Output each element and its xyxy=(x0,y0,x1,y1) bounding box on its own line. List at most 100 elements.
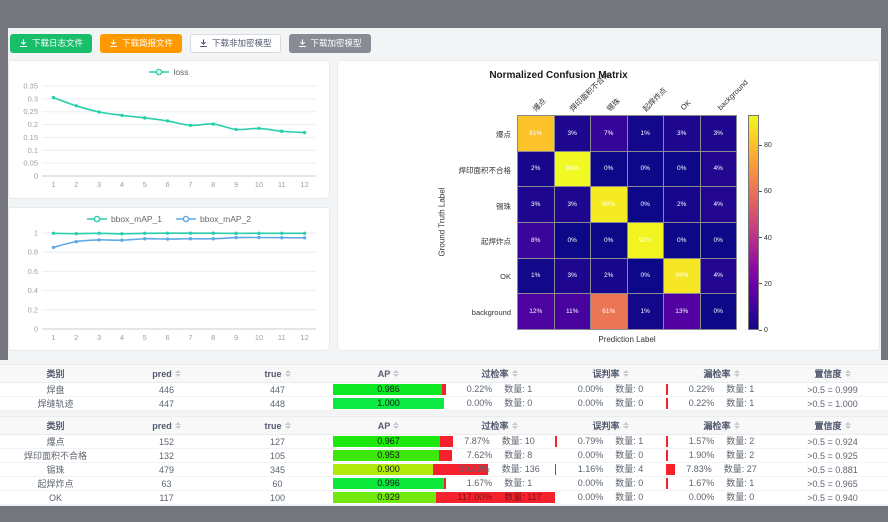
column-header-4[interactable]: 过检率 xyxy=(444,417,555,434)
rate-percent: 0.00% xyxy=(578,492,604,503)
download-log-button[interactable]: 下载日志文件 xyxy=(10,34,92,53)
column-header-7[interactable]: 置信度 xyxy=(777,365,888,382)
matrix-cell: 0% xyxy=(628,187,664,222)
metrics-tables: 类别predtrueAP过检率误判率漏检率置信度焊盘4464470.9860.2… xyxy=(0,360,888,506)
sort-icon[interactable] xyxy=(623,422,629,429)
pred-value: 479 xyxy=(111,463,222,476)
table-row[interactable]: 爆点1521270.9677.87%数量: 100.79%数量: 11.57%数… xyxy=(0,435,888,449)
rate-percent: 1.67% xyxy=(689,478,715,489)
column-header-2[interactable]: true xyxy=(222,417,333,434)
download-encrypted-model-button[interactable]: 下载加密模型 xyxy=(289,34,371,53)
colorbar-tick-mark xyxy=(759,283,762,284)
sort-icon[interactable] xyxy=(285,422,291,429)
ap-value: 0.967 xyxy=(333,436,444,447)
misjudge-rate-cell-bar: 0.00%数量: 0 xyxy=(555,478,666,489)
column-header-3[interactable]: AP xyxy=(333,365,444,382)
confidence-value: >0.5 = 0.881 xyxy=(777,463,888,476)
class-name: 爆点 xyxy=(46,435,64,448)
sort-icon[interactable] xyxy=(845,422,851,429)
misjudge-rate-cell: 0.00%数量: 0 xyxy=(555,383,666,396)
table-row[interactable]: 焊盘4464470.9860.22%数量: 10.00%数量: 00.22%数量… xyxy=(0,383,888,397)
table-row[interactable]: 焊缝轨迹4474481.0000.00%数量: 00.00%数量: 00.22%… xyxy=(0,397,888,411)
sort-icon[interactable] xyxy=(285,370,291,377)
column-header-1[interactable]: pred xyxy=(111,417,222,434)
table-header-row: 类别predtrueAP过检率误判率漏检率置信度 xyxy=(0,416,888,435)
pred-value: 117 xyxy=(111,491,222,504)
matrix-cell-value: 2% xyxy=(531,165,540,172)
overdetect-rate-cell-bar: 0.22%数量: 1 xyxy=(444,384,555,395)
confusion-matrix-title: Normalized Confusion Matrix xyxy=(338,70,779,81)
rate-percent: 0.00% xyxy=(578,478,604,489)
rate-percent: 1.90% xyxy=(689,450,715,461)
sort-icon[interactable] xyxy=(845,370,851,377)
main-area: 下载日志文件 下载简报文件 下载非加密模型 下载加密模型 xyxy=(8,28,881,360)
column-header-3[interactable]: AP xyxy=(333,417,444,434)
svg-text:2: 2 xyxy=(74,333,78,342)
rate-bar-fill xyxy=(444,436,453,447)
matrix-cell-value: 13% xyxy=(675,308,688,315)
column-header-1[interactable]: pred xyxy=(111,365,222,382)
matrix-cell-value: 93% xyxy=(566,165,579,172)
column-header-5[interactable]: 误判率 xyxy=(555,365,666,382)
table-row[interactable]: 锡珠4793450.90039.42%数量: 1361.16%数量: 47.83… xyxy=(0,463,888,477)
column-header-6[interactable]: 漏检率 xyxy=(666,365,777,382)
column-header-2[interactable]: true xyxy=(222,365,333,382)
true-value: 448 xyxy=(270,399,285,409)
true-value: 447 xyxy=(270,385,285,395)
matrix-row-label: 焊印面积不合格 xyxy=(436,165,511,176)
misjudge-rate-cell-bar: 0.00%数量: 0 xyxy=(555,450,666,461)
matrix-cell: 1% xyxy=(518,259,554,294)
colorbar xyxy=(748,115,759,330)
matrix-cell-value: 1% xyxy=(641,130,650,137)
sort-icon[interactable] xyxy=(734,422,740,429)
download-icon xyxy=(109,39,118,48)
sort-icon[interactable] xyxy=(512,422,518,429)
svg-text:6: 6 xyxy=(165,333,169,342)
sort-icon[interactable] xyxy=(175,422,181,429)
miss-rate-cell: 1.90%数量: 2 xyxy=(666,449,777,462)
ap-bar: 0.967 xyxy=(333,436,444,447)
class-name: OK xyxy=(0,491,111,504)
column-header-4[interactable]: 过检率 xyxy=(444,365,555,382)
legend-item-loss[interactable]: loss xyxy=(149,67,188,77)
legend-label: bbox_mAP_2 xyxy=(200,214,251,224)
column-header-6[interactable]: 漏检率 xyxy=(666,417,777,434)
download-report-button[interactable]: 下载简报文件 xyxy=(100,34,182,53)
map-chart-legend: bbox_mAP_1 bbox_mAP_2 xyxy=(9,213,329,225)
table-row[interactable]: OK1171000.929117.00%数量: 1170.00%数量: 00.0… xyxy=(0,491,888,505)
sort-icon[interactable] xyxy=(393,370,399,377)
misjudge-rate-cell-bar: 0.00%数量: 0 xyxy=(555,492,666,503)
true-value: 447 xyxy=(222,383,333,396)
sort-icon[interactable] xyxy=(734,370,740,377)
loss-line-chart[interactable]: 00.050.10.150.20.250.30.3512345678910111… xyxy=(14,80,324,192)
sort-icon[interactable] xyxy=(393,422,399,429)
download-unencrypted-model-button[interactable]: 下载非加密模型 xyxy=(190,34,281,53)
matrix-cell: 4% xyxy=(701,152,737,187)
matrix-column-label: 爆点 xyxy=(531,96,549,114)
sort-icon[interactable] xyxy=(512,370,518,377)
column-header-7[interactable]: 置信度 xyxy=(777,417,888,434)
matrix-cell: 11% xyxy=(555,294,591,329)
sort-icon[interactable] xyxy=(175,370,181,377)
ap-value: 0.986 xyxy=(333,384,444,395)
colorbar-tick-mark xyxy=(759,237,762,238)
matrix-cell: 3% xyxy=(664,116,700,151)
sort-icon[interactable] xyxy=(623,370,629,377)
legend-item-bbox-map-2[interactable]: bbox_mAP_2 xyxy=(176,214,251,224)
confidence-value: >0.5 = 0.924 xyxy=(777,435,888,448)
matrix-cell-value: 0% xyxy=(641,201,650,208)
column-header-label: 类别 xyxy=(46,367,64,380)
rate-percent: 0.79% xyxy=(578,436,604,447)
table-row[interactable]: 起焊炸点63600.9961.67%数量: 10.00%数量: 01.67%数量… xyxy=(0,477,888,491)
pred-value: 152 xyxy=(111,435,222,448)
miss-rate-cell-bar: 0.22%数量: 1 xyxy=(666,398,777,409)
svg-text:0.4: 0.4 xyxy=(28,286,38,295)
column-header-5[interactable]: 误判率 xyxy=(555,417,666,434)
rate-bar-fill xyxy=(555,436,557,447)
matrix-cell: 1% xyxy=(628,116,664,151)
map-line-chart[interactable]: 00.20.40.60.81123456789101112 xyxy=(14,227,324,345)
matrix-row-label: 锡珠 xyxy=(436,201,511,212)
rate-count: 数量: 136 xyxy=(502,464,540,475)
table-row[interactable]: 焊印面积不合格1321050.9537.62%数量: 80.00%数量: 01.… xyxy=(0,449,888,463)
legend-item-bbox-map-1[interactable]: bbox_mAP_1 xyxy=(87,214,162,224)
